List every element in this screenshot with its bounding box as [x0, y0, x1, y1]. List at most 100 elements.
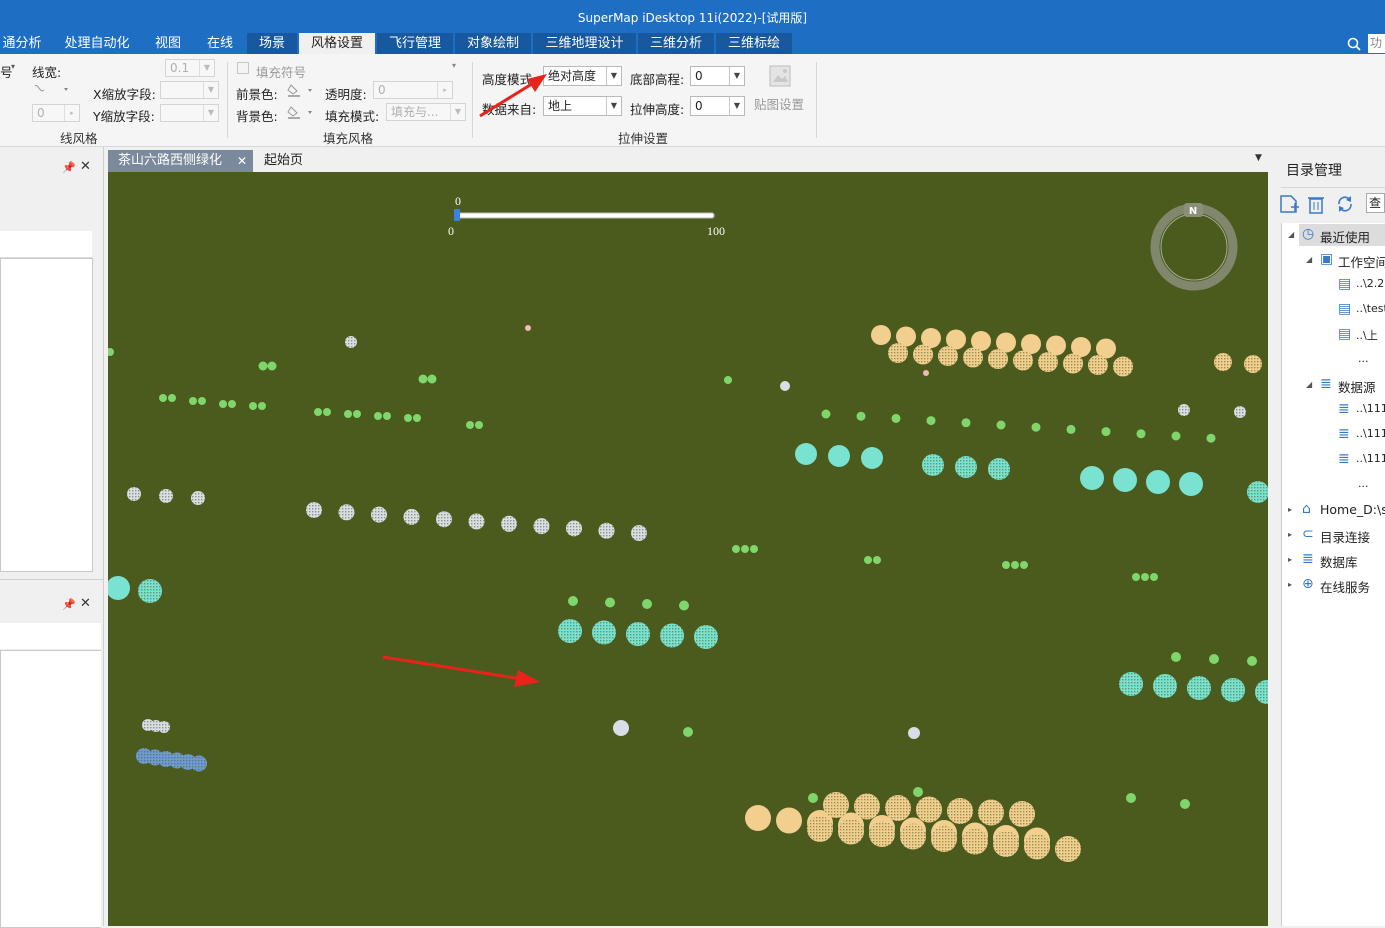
- close-icon[interactable]: ✕: [80, 596, 91, 611]
- tree-item[interactable]: ...: [1358, 352, 1369, 365]
- tree-symbol-texture: [1153, 674, 1177, 698]
- scene-canvas[interactable]: 0 0 100 N: [108, 172, 1268, 926]
- tree-symbol: [1031, 422, 1041, 432]
- fill-symbol-checkbox[interactable]: [237, 62, 249, 74]
- collapse-arrow-icon[interactable]: ◢: [1306, 380, 1312, 389]
- line-width-value: 0.1: [170, 61, 190, 75]
- collapse-arrow-icon[interactable]: ◢: [1288, 230, 1294, 239]
- bottom-elevation-field[interactable]: 0 ▼: [690, 66, 745, 86]
- chevron-down-icon: ▼: [199, 60, 214, 76]
- tab-style-settings[interactable]: 风格设置: [299, 33, 375, 54]
- tab-network-analysis[interactable]: 通分析: [0, 33, 44, 54]
- expand-arrow-icon[interactable]: ▸: [1288, 530, 1292, 539]
- tab-scene[interactable]: 场景: [247, 33, 297, 54]
- pin-icon[interactable]: 📌: [62, 161, 76, 174]
- menu-bar: 通分析 处理自动化 视图 在线 场景 风格设置 飞行管理 对象绘制 三维地理设计…: [0, 33, 1385, 54]
- database-icon: ≣: [1338, 451, 1350, 467]
- tab-3d-geodesign[interactable]: 三维地理设计: [533, 33, 636, 54]
- ribbon-search-input[interactable]: 功: [1368, 34, 1385, 53]
- link-icon: ⊂: [1302, 526, 1314, 542]
- delete-icon[interactable]: [1305, 193, 1327, 215]
- ribbon: 号 ▾ 线宽: 0.1 ▼ X缩放字段: ▼ 0 ▸ Y缩放字段: ▼ 线风格 …: [0, 54, 1385, 147]
- tree-symbol: [861, 447, 883, 469]
- tree-symbol-texture: [1013, 350, 1033, 371]
- tree-item[interactable]: ..\111: [1356, 452, 1385, 465]
- x-scale-label: X缩放字段:: [93, 87, 156, 102]
- tree-item[interactable]: 在线服务: [1320, 577, 1370, 596]
- tree-symbol-texture: [592, 620, 616, 645]
- close-icon[interactable]: ✕: [80, 159, 91, 174]
- collapse-arrow-icon[interactable]: ◢: [1306, 255, 1312, 264]
- tab-flight-management[interactable]: 飞行管理: [377, 33, 453, 54]
- tree-item[interactable]: ...: [1358, 477, 1369, 490]
- line-color-icon[interactable]: [32, 82, 70, 96]
- chevron-down-icon[interactable]: ▾: [11, 62, 15, 71]
- catalog-tree[interactable]: ◢ ◷ 最近使用 ◢ ▣ 工作空间 ▤ ..\2.2 ▤ ..\test ▤ ..\上... ◢ ≣ 数据源…: [1281, 223, 1385, 926]
- tab-view[interactable]: 视图: [146, 33, 190, 54]
- search-icon[interactable]: [1346, 36, 1362, 52]
- panel-header-area: [0, 231, 92, 258]
- expand-arrow-icon[interactable]: ▸: [1288, 505, 1292, 514]
- tree-symbol: [1132, 573, 1140, 581]
- tree-symbol: [1179, 472, 1203, 496]
- tree-item[interactable]: 最近使用: [1320, 227, 1370, 246]
- tree-symbol: [605, 597, 615, 608]
- tree-item[interactable]: 目录连接: [1320, 527, 1370, 546]
- pin-icon[interactable]: 📌: [62, 598, 76, 611]
- tree-symbol-texture: [138, 579, 162, 603]
- tree-item[interactable]: Home_D:\su: [1320, 502, 1385, 517]
- line-width-field: 0.1 ▼: [165, 59, 215, 77]
- tab-3d-analysis[interactable]: 三维分析: [638, 33, 714, 54]
- tree-item[interactable]: ..\111: [1356, 427, 1385, 440]
- tree-symbol-texture: [127, 487, 141, 501]
- compass-icon[interactable]: N: [1150, 203, 1238, 291]
- tree-symbol-texture: [1038, 352, 1058, 372]
- fore-color-picker-icon[interactable]: [287, 83, 315, 97]
- fore-color-label: 前景色:: [236, 87, 278, 102]
- tree-symbol-texture: [938, 346, 958, 366]
- tree-item[interactable]: 数据库: [1320, 552, 1358, 571]
- extrude-height-field[interactable]: 0 ▼: [690, 96, 745, 116]
- tab-list-dropdown-icon[interactable]: ▼: [1255, 153, 1262, 163]
- new-folder-icon[interactable]: [1278, 193, 1302, 215]
- back-color-picker-icon[interactable]: [287, 105, 315, 119]
- tree-item[interactable]: ..\2.2: [1356, 277, 1384, 290]
- tree-symbol-texture: [963, 347, 983, 368]
- line-width-label: 线宽:: [32, 65, 62, 80]
- tab-online[interactable]: 在线: [198, 33, 242, 54]
- refresh-icon[interactable]: [1334, 193, 1356, 215]
- tree-symbol-texture: [1055, 836, 1081, 862]
- annotation-arrow: [479, 74, 547, 118]
- tab-start-page[interactable]: 起始页: [254, 150, 334, 172]
- tab-object-drawing[interactable]: 对象绘制: [455, 33, 531, 54]
- tab-3d-plotting[interactable]: 三维标绘: [716, 33, 792, 54]
- tree-symbol: [613, 720, 629, 736]
- slider-track[interactable]: [456, 212, 715, 219]
- tree-symbol: [108, 348, 114, 356]
- tree-item[interactable]: ..\上: [1356, 327, 1378, 343]
- tree-symbol-texture: [807, 816, 833, 842]
- close-icon[interactable]: ✕: [237, 150, 247, 172]
- scene-view[interactable]: 0 0 100 N: [108, 172, 1268, 926]
- tab-process-automation[interactable]: 处理自动化: [54, 33, 140, 54]
- texture-settings-button[interactable]: 贴图设置: [754, 94, 804, 113]
- tree-item[interactable]: 工作空间: [1338, 252, 1385, 271]
- tree-item[interactable]: ..\test: [1356, 302, 1385, 315]
- expand-arrow-icon[interactable]: ▸: [1288, 580, 1292, 589]
- tree-item[interactable]: ..\111: [1356, 402, 1385, 415]
- tree-symbol-texture: [660, 623, 684, 648]
- texture-settings-icon[interactable]: [765, 62, 795, 92]
- tree-symbol: [908, 727, 920, 739]
- tree-item[interactable]: 数据源: [1338, 377, 1376, 396]
- chevron-down-icon: ▼: [203, 82, 218, 98]
- expand-arrow-icon[interactable]: ▸: [1288, 555, 1292, 564]
- layer-list[interactable]: [0, 258, 93, 572]
- chevron-down-icon[interactable]: ▾: [452, 61, 456, 70]
- catalog-search-input[interactable]: 查: [1366, 193, 1385, 213]
- slider-handle[interactable]: [454, 209, 460, 221]
- tree-symbol: [864, 556, 872, 564]
- tree-symbol: [821, 409, 831, 419]
- tree-symbol: [418, 374, 428, 384]
- tab-scene-document[interactable]: 茶山六路西侧绿化 ✕: [108, 150, 253, 172]
- properties-list[interactable]: [0, 650, 101, 928]
